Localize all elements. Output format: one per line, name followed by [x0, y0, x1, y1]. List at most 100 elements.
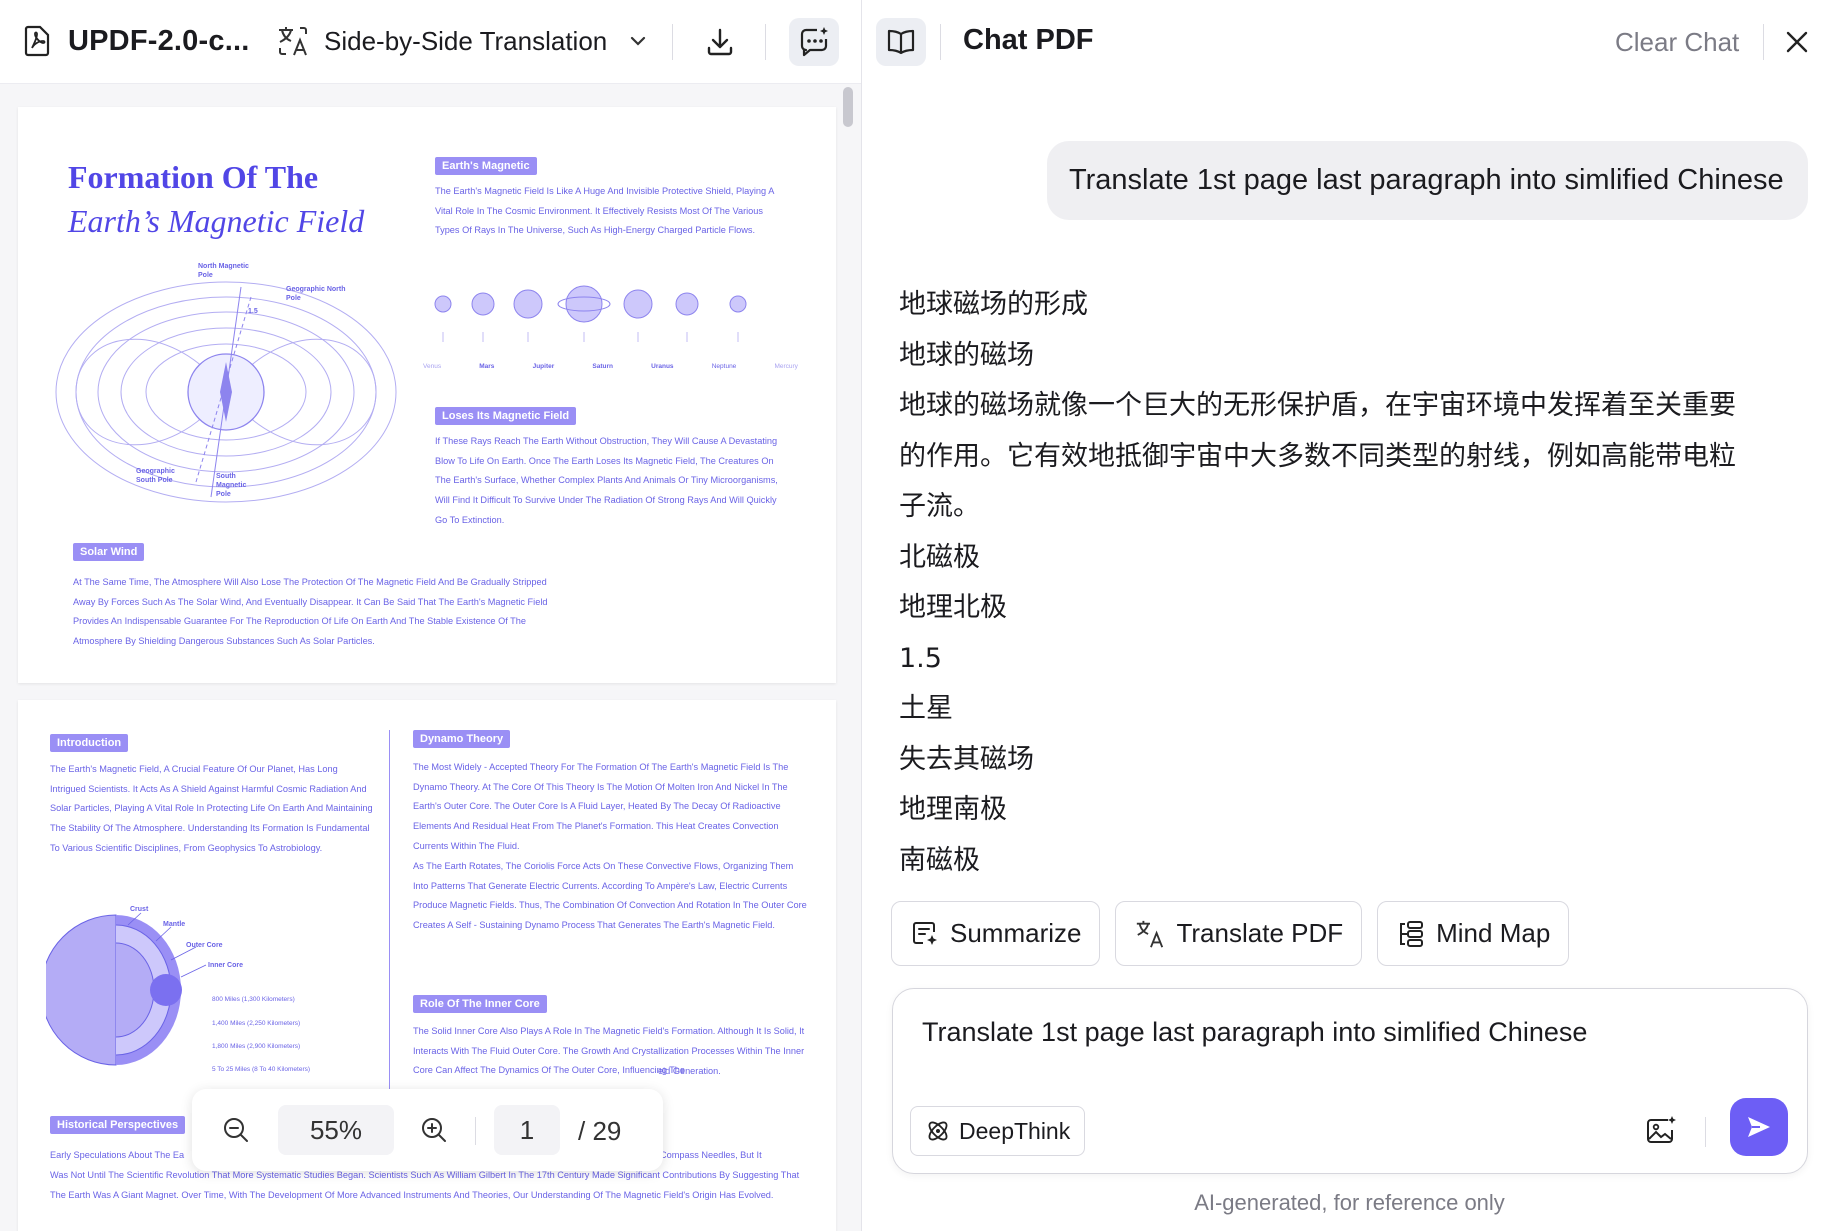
download-button[interactable]	[695, 18, 745, 66]
depth-label: 800 Miles (1,300 Kilometers)	[212, 996, 295, 1003]
response-line: 失去其磁场	[899, 743, 1034, 775]
planet-label: Venus	[423, 363, 442, 370]
ai-chat-toggle-button[interactable]	[789, 18, 839, 66]
translate-icon	[279, 27, 307, 56]
assistant-response: 地球磁场的形成 地球的磁场 地球的磁场就像一个巨大的无形保护盾，在宇宙环境中发挥…	[899, 280, 1799, 886]
label-geographic-north-pole: Geographic North Pole	[286, 286, 346, 302]
composer-divider	[1705, 1117, 1706, 1147]
response-line: 的作用。它有效地抵御宇宙中大多数不同类型的射线，例如高能带电粒	[899, 440, 1736, 472]
send-icon	[1748, 1117, 1770, 1137]
zoom-in-button[interactable]	[416, 1112, 452, 1148]
response-line: 子流。	[899, 491, 980, 522]
chevron-down-icon	[631, 36, 646, 46]
zoom-page-toolbar: 55% 1 / 29	[192, 1089, 663, 1171]
ai-chat-icon	[800, 27, 828, 57]
section-text: The Earth's Magnetic Field, A Crucial Fe…	[50, 764, 373, 853]
response-line: 地球磁场的形成	[899, 289, 1088, 320]
mind-map-chip[interactable]: Mind Map	[1377, 901, 1570, 966]
chat-input[interactable]	[922, 1017, 1782, 1048]
scrollbar-thumb[interactable]	[843, 87, 853, 127]
planet-label: Saturn	[592, 363, 613, 370]
response-line: 地球的磁场就像一个巨大的无形保护盾，在宇宙环境中发挥着至关重要	[899, 390, 1736, 421]
label-angle: 1.5	[248, 308, 258, 315]
section-text: Compass Needles, But It	[660, 1150, 762, 1160]
current-page-field[interactable]: 1	[494, 1105, 560, 1155]
section-badge: Earth's Magnetic	[435, 157, 537, 175]
planet-label: Mercury	[774, 363, 798, 370]
layer-label-outer-core: Outer Core	[186, 942, 223, 949]
header-divider	[940, 24, 941, 60]
image-ai-icon	[1647, 1116, 1676, 1143]
section-text: The Earth's Magnetic Field Is Like A Hug…	[435, 186, 774, 236]
mind-map-label: Mind Map	[1436, 918, 1551, 948]
deepthink-toggle[interactable]: DeepThink	[910, 1106, 1086, 1156]
total-pages: / 29	[578, 1116, 622, 1146]
clear-chat-button[interactable]: Clear Chat	[1615, 27, 1739, 58]
summarize-icon	[913, 921, 937, 945]
response-line: 北磁极	[899, 541, 980, 573]
response-line: 土星	[899, 693, 953, 724]
layer-label-mantle: Mantle	[163, 921, 186, 928]
translation-mode-dropdown[interactable]: Side-by-Side Translation	[276, 24, 649, 58]
label-south-magnetic-pole: South Magnetic Pole	[216, 473, 247, 498]
section-text: The Solid Inner Core Also Plays A Role I…	[413, 1026, 805, 1076]
section-text-tail: eld Generation.	[658, 1066, 721, 1076]
translate-icon	[1137, 920, 1164, 948]
mind-map-icon	[1400, 920, 1424, 947]
book-icon	[887, 29, 915, 55]
planet-label: Uranus	[651, 363, 674, 370]
translate-pdf-label: Translate PDF	[1176, 918, 1344, 948]
label-north-magnetic-pole: North Magnetic Pole	[198, 263, 249, 279]
depth-label: 1,400 Miles (2,250 Kilometers)	[212, 1020, 301, 1027]
chat-panel: Chat PDF Clear Chat Translate 1st page l…	[861, 0, 1836, 1231]
translation-mode-label: Side-by-Side Translation	[324, 25, 608, 56]
zoom-level-field[interactable]: 55%	[278, 1105, 394, 1155]
layer-label-crust: Crust	[130, 906, 149, 913]
planet-label: Mars	[479, 363, 495, 370]
response-line: 1.5	[899, 642, 942, 674]
ai-disclaimer: AI-generated, for reference only	[1194, 1190, 1505, 1215]
toolbar-divider	[765, 24, 766, 60]
zoom-out-button[interactable]	[218, 1112, 254, 1148]
user-message-bubble: Translate 1st page last paragraph into s…	[1047, 141, 1808, 220]
close-button[interactable]	[1779, 24, 1815, 60]
zoom-out-icon	[224, 1118, 248, 1142]
column-divider	[389, 730, 390, 1120]
app-window: UPDF-2.0-c... Side-by-Side Translation F…	[0, 0, 1836, 1231]
depth-label: 1,800 Miles (2,900 Kilometers)	[212, 1043, 301, 1050]
section-badge: Solar Wind	[73, 543, 145, 561]
toolbar-divider	[672, 24, 673, 60]
section-badge: Historical Perspectives	[50, 1116, 186, 1134]
response-line: 地理北极	[899, 592, 1007, 623]
summarize-chip[interactable]: Summarize	[891, 901, 1101, 966]
pdf-pane: UPDF-2.0-c... Side-by-Side Translation F…	[0, 0, 861, 1231]
file-title[interactable]: UPDF-2.0-c...	[20, 24, 249, 58]
book-button[interactable]	[876, 18, 926, 66]
section-text: If These Rays Reach The Earth Without Ob…	[435, 436, 778, 525]
close-icon	[1786, 31, 1808, 53]
pdf-viewport[interactable]: Formation Of The Earth’s Magnetic Field	[0, 85, 861, 1231]
response-line: 地理南极	[899, 794, 1007, 825]
image-attach-button[interactable]	[1640, 1110, 1682, 1152]
planet-label: Jupiter	[532, 363, 555, 370]
deepthink-label: DeepThink	[959, 1117, 1071, 1144]
section-badge: Role Of The Inner Core	[413, 995, 547, 1013]
zoom-divider	[475, 1117, 476, 1145]
chat-composer: DeepThink	[892, 988, 1808, 1174]
chat-header: Chat PDF Clear Chat	[862, 0, 1836, 84]
layer-label-inner-core: Inner Core	[208, 962, 244, 969]
translate-pdf-chip[interactable]: Translate PDF	[1115, 901, 1363, 966]
pdf-toolbar: UPDF-2.0-c... Side-by-Side Translation	[0, 0, 861, 84]
section-text: As The Earth Rotates, The Coriolis Force…	[413, 861, 807, 931]
section-text: Was Not Until The Scientific Revolution …	[50, 1170, 800, 1200]
file-name: UPDF-2.0-c...	[68, 24, 250, 57]
section-badge: Dynamo Theory	[413, 730, 511, 748]
section-badge: Introduction	[50, 734, 129, 752]
section-text: The Most Widely - Accepted Theory For Th…	[413, 762, 789, 851]
section-text: Early Speculations About The Ea	[50, 1150, 185, 1160]
label-geographic-south-pole: Geographic South Pole	[136, 468, 175, 484]
send-button[interactable]	[1730, 1098, 1788, 1156]
zoom-in-icon	[422, 1118, 446, 1142]
pdf-file-icon	[24, 25, 50, 57]
chat-title: Chat PDF	[963, 24, 1094, 56]
